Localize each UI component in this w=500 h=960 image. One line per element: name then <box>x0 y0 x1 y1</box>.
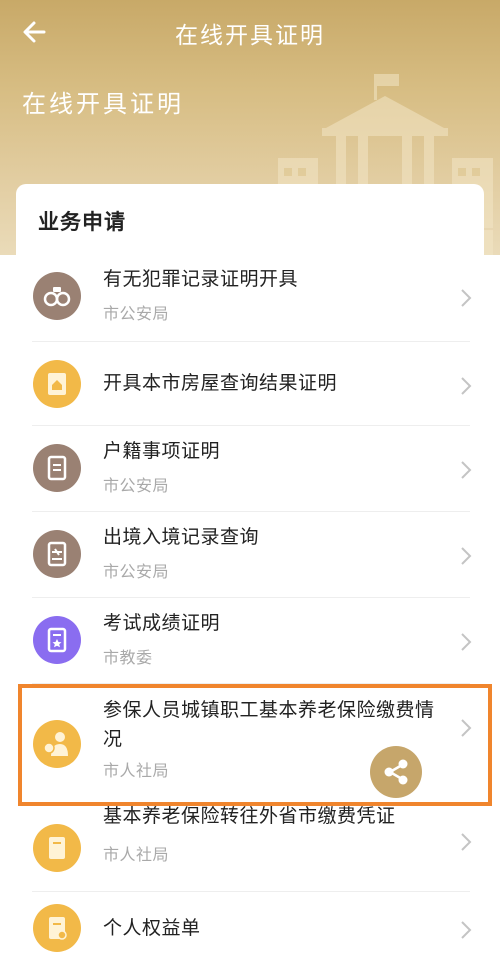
chevron-right-icon <box>461 833 472 851</box>
chevron-right-icon <box>461 921 472 939</box>
item-name: 考试成绩证明 <box>103 612 221 634</box>
share-icon <box>384 759 408 785</box>
item-name: 出境入境记录查询 <box>103 526 260 548</box>
airplane-document-icon <box>33 530 81 578</box>
chevron-right-icon <box>461 633 472 651</box>
chevron-right-icon <box>461 289 472 307</box>
chevron-right-icon <box>461 461 472 479</box>
list-item-criminal-record[interactable]: 有无犯罪记录证明开具 市公安局 <box>16 256 484 342</box>
chevron-right-icon <box>461 377 472 395</box>
list-item-household-registration[interactable]: 户籍事项证明 市公安局 <box>16 426 484 512</box>
item-department: 市人社局 <box>103 761 170 780</box>
item-name: 有无犯罪记录证明开具 <box>103 268 299 290</box>
house-document-icon <box>33 360 81 408</box>
document-icon <box>33 444 81 492</box>
share-button[interactable] <box>370 746 422 798</box>
item-name: 开具本市房屋查询结果证明 <box>103 372 338 394</box>
nav-title: 在线开具证明 <box>175 23 325 49</box>
certificate-icon <box>33 616 81 664</box>
item-name: 户籍事项证明 <box>103 440 221 462</box>
chevron-right-icon <box>461 547 472 565</box>
list-item-entry-exit-record[interactable]: 出境入境记录查询 市公安局 <box>16 512 484 598</box>
document-icon <box>33 824 81 872</box>
list-item-exam-score[interactable]: 考试成绩证明 市教委 <box>16 598 484 684</box>
list-item-pension-transfer[interactable]: 基本养老保险转往外省市缴费凭证 市人社局 <box>16 805 484 892</box>
item-department: 市教委 <box>103 648 153 667</box>
item-department: 市公安局 <box>103 562 170 581</box>
hero-title: 在线开具证明 <box>22 90 184 118</box>
item-name: 个人权益单 <box>103 917 201 939</box>
service-card: 业务申请 有无犯罪记录证明开具 市公安局 开具本市房屋查询结果证明 户籍事项证明… <box>16 184 484 960</box>
chevron-right-icon <box>461 719 472 737</box>
item-name: 基本养老保险转往外省市缴费凭证 <box>103 805 396 827</box>
list-item-housing-query[interactable]: 开具本市房屋查询结果证明 <box>16 342 484 426</box>
item-department: 市公安局 <box>103 304 170 323</box>
card-title: 业务申请 <box>38 210 126 234</box>
insurance-person-icon <box>33 720 81 768</box>
rights-document-icon <box>33 904 81 952</box>
handcuffs-icon <box>33 272 81 320</box>
navigation-bar: 在线开具证明 <box>0 0 500 64</box>
item-department: 市人社局 <box>103 845 170 864</box>
item-department: 市公安局 <box>103 476 170 495</box>
list-item-personal-rights[interactable]: 个人权益单 <box>16 892 484 960</box>
